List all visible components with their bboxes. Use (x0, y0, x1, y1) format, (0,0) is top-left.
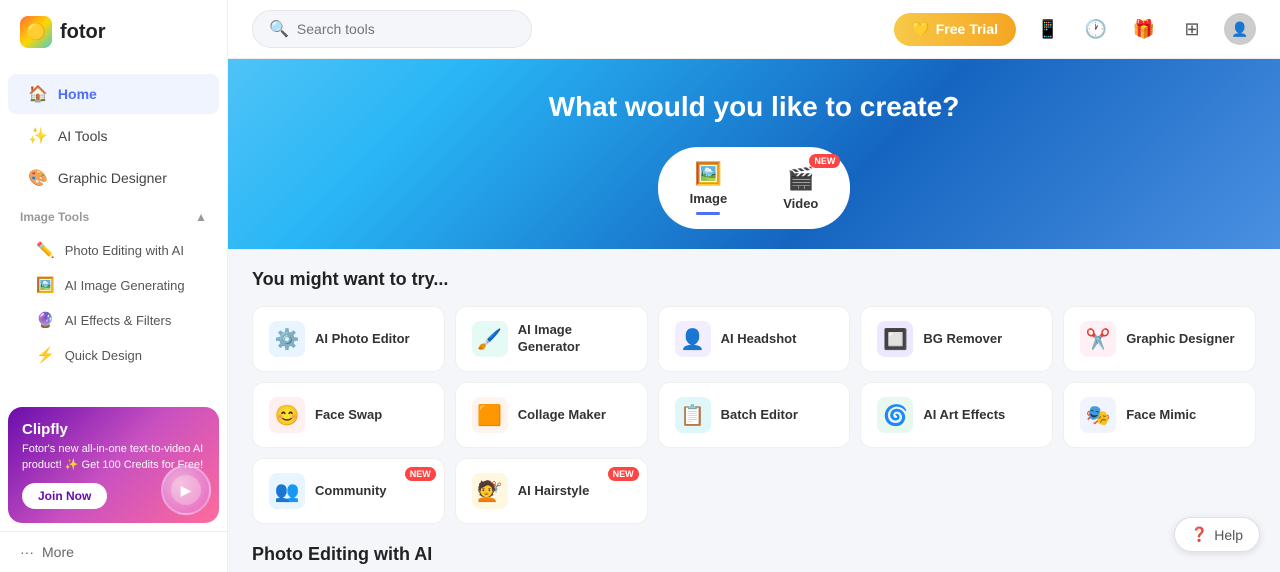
tool-card-bg-remover[interactable]: 🔲 BG Remover (860, 306, 1053, 372)
tool-icon-batch-editor: 📋 (675, 397, 711, 433)
tool-card-face-swap[interactable]: 😊 Face Swap (252, 382, 445, 448)
main-content: 🔍 💛 Free Trial 📱 🕐 🎁 ⊞ 👤 What would you … (228, 0, 1280, 572)
tool-label-face-mimic: Face Mimic (1126, 407, 1196, 424)
tool-icon-ai-photo-editor: ⚙️ (269, 321, 305, 357)
tool-card-collage-maker[interactable]: 🟧 Collage Maker (455, 382, 648, 448)
tool-card-graphic-designer[interactable]: ✂️ Graphic Designer (1063, 306, 1256, 372)
hero-title: What would you like to create? (252, 91, 1256, 123)
search-icon: 🔍 (269, 19, 289, 39)
help-icon: ❓ (1191, 526, 1208, 543)
tool-label-collage-maker: Collage Maker (518, 407, 606, 424)
active-indicator (696, 212, 720, 215)
new-badge: NEW (405, 467, 436, 481)
media-type-toggle: 🖼️ Image NEW 🎬 Video (658, 147, 851, 229)
tool-label-bg-remover: BG Remover (923, 331, 1002, 348)
tool-icon-ai-art-effects: 🌀 (877, 397, 913, 433)
tool-label-community: Community (315, 483, 387, 500)
tool-card-ai-hairstyle[interactable]: NEW 💇 AI Hairstyle (455, 458, 648, 524)
tool-card-ai-image-generator[interactable]: 🖌️ AI Image Generator (455, 306, 648, 372)
tool-icon-ai-headshot: 👤 (675, 321, 711, 357)
tool-card-ai-art-effects[interactable]: 🌀 AI Art Effects (860, 382, 1053, 448)
help-button[interactable]: ❓ Help (1174, 517, 1260, 552)
tool-label-ai-photo-editor: AI Photo Editor (315, 331, 410, 348)
tool-icon-face-swap: 😊 (269, 397, 305, 433)
more-button[interactable]: ··· More (0, 531, 227, 572)
sidebar-item-ai-tools[interactable]: ✨AI Tools (8, 116, 219, 156)
tool-icon-collage-maker: 🟧 (472, 397, 508, 433)
tool-label-batch-editor: Batch Editor (721, 407, 798, 424)
clipfly-title: Clipfly (22, 421, 205, 438)
nav-icon: 🎨 (28, 168, 48, 188)
clipfly-sphere-decoration: ▶ (161, 465, 211, 515)
tool-card-ai-photo-editor[interactable]: ⚙️ AI Photo Editor (252, 306, 445, 372)
tool-label-graphic-designer: Graphic Designer (1126, 331, 1234, 348)
tool-icon-face-mimic: 🎭 (1080, 397, 1116, 433)
header: 🔍 💛 Free Trial 📱 🕐 🎁 ⊞ 👤 (228, 0, 1280, 59)
image-tools-section: Image Tools ▲ (0, 202, 227, 232)
avatar[interactable]: 👤 (1224, 13, 1256, 45)
image-tab-label: Image (690, 191, 728, 206)
tool-icon-bg-remover: 🔲 (877, 321, 913, 357)
sidebar-item-graphic-designer[interactable]: 🎨Graphic Designer (8, 158, 219, 198)
photo-section: Photo Editing with AI ▶ × ▶ × ▶ × ▶ × ▶ … (228, 544, 1280, 572)
sidebar-subitem-photo-editing[interactable]: ✏️Photo Editing with AI (8, 233, 219, 267)
photo-section-title: Photo Editing with AI (252, 544, 1256, 565)
tool-label-ai-headshot: AI Headshot (721, 331, 797, 348)
tool-label-face-swap: Face Swap (315, 407, 382, 424)
tools-section: You might want to try... ⚙️ AI Photo Edi… (228, 249, 1280, 544)
join-now-button[interactable]: Join Now (22, 483, 107, 509)
logo-icon: 🟡 (20, 16, 52, 48)
tool-label-ai-art-effects: AI Art Effects (923, 407, 1005, 424)
sub-nav-icon: ⚡ (36, 346, 55, 364)
logo-text: fotor (60, 21, 106, 44)
sidebar-nav: 🏠Home✨AI Tools🎨Graphic Designer Image To… (0, 64, 227, 399)
tool-card-community[interactable]: NEW 👥 Community (252, 458, 445, 524)
video-tab[interactable]: NEW 🎬 Video (767, 160, 834, 217)
clipfly-banner: Clipfly Fotor's new all-in-one text-to-v… (8, 407, 219, 523)
history-icon[interactable]: 🕐 (1080, 13, 1112, 45)
tool-icon-graphic-designer: ✂️ (1080, 321, 1116, 357)
free-trial-button[interactable]: 💛 Free Trial (894, 13, 1016, 46)
sidebar-subitem-quick-design[interactable]: ⚡Quick Design (8, 338, 219, 372)
tool-card-face-mimic[interactable]: 🎭 Face Mimic (1063, 382, 1256, 448)
tool-icon-community: 👥 (269, 473, 305, 509)
sidebar-subitem-ai-image[interactable]: 🖼️AI Image Generating (8, 268, 219, 302)
image-tab[interactable]: 🖼️ Image (674, 155, 744, 221)
hero-banner: What would you like to create? 🖼️ Image … (228, 59, 1280, 249)
video-new-badge: NEW (809, 154, 840, 168)
image-tab-icon: 🖼️ (695, 161, 722, 187)
tools-grid: ⚙️ AI Photo Editor 🖌️ AI Image Generator… (252, 306, 1256, 524)
video-tab-label: Video (783, 196, 818, 211)
sub-nav-icon: 🔮 (36, 311, 55, 329)
sidebar-subitem-ai-effects[interactable]: 🔮AI Effects & Filters (8, 303, 219, 337)
section-title: You might want to try... (252, 269, 1256, 290)
gift-icon[interactable]: 🎁 (1128, 13, 1160, 45)
tool-label-ai-hairstyle: AI Hairstyle (518, 483, 590, 500)
tool-card-ai-headshot[interactable]: 👤 AI Headshot (658, 306, 851, 372)
search-input[interactable] (297, 21, 515, 37)
video-tab-icon: 🎬 (787, 166, 814, 192)
tool-icon-ai-image-generator: 🖌️ (472, 321, 508, 357)
tool-card-batch-editor[interactable]: 📋 Batch Editor (658, 382, 851, 448)
sidebar-item-home[interactable]: 🏠Home (8, 74, 219, 114)
logo[interactable]: 🟡 fotor (0, 0, 227, 64)
tool-icon-ai-hairstyle: 💇 (472, 473, 508, 509)
heart-icon: 💛 (912, 21, 929, 38)
apps-icon[interactable]: ⊞ (1176, 13, 1208, 45)
new-badge: NEW (608, 467, 639, 481)
search-bar[interactable]: 🔍 (252, 10, 532, 48)
sub-nav-icon: 🖼️ (36, 276, 55, 294)
nav-icon: 🏠 (28, 84, 48, 104)
sub-nav-icon: ✏️ (36, 241, 55, 259)
sidebar: 🟡 fotor 🏠Home✨AI Tools🎨Graphic Designer … (0, 0, 228, 572)
nav-icon: ✨ (28, 126, 48, 146)
tool-label-ai-image-generator: AI Image Generator (518, 322, 631, 356)
mobile-icon[interactable]: 📱 (1032, 13, 1064, 45)
